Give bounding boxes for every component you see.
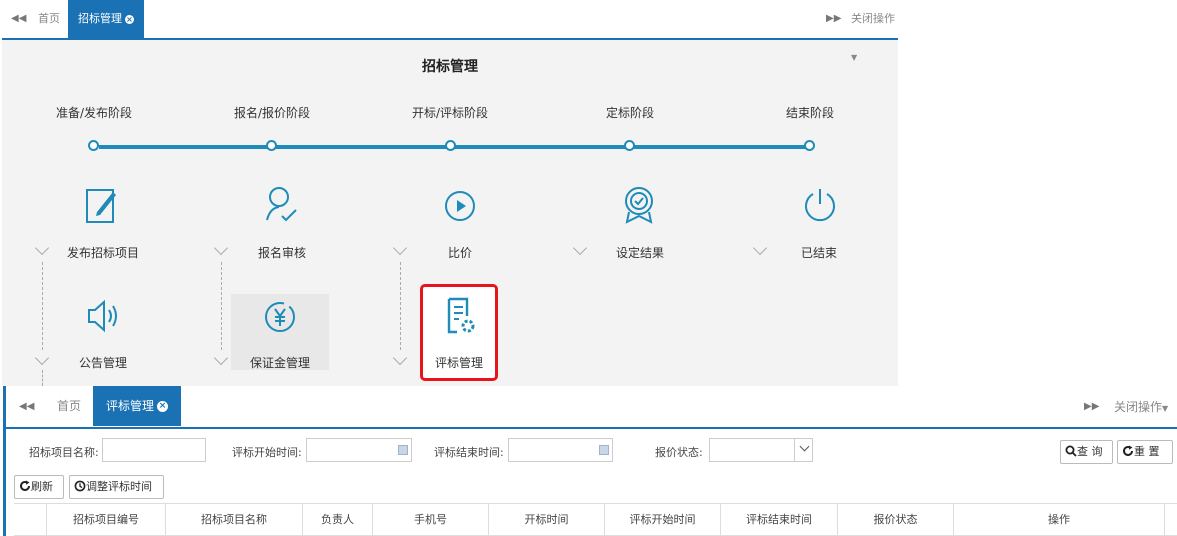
caret-down-icon: ▼ (1162, 404, 1169, 413)
refresh-icon (1123, 445, 1133, 456)
chevron-down-icon (799, 441, 810, 452)
filter-label-project-name: 招标项目名称: (29, 446, 99, 459)
stage-label: 定标阶段 (605, 106, 654, 120)
tab-bid-management[interactable]: 招标管理 × (68, 0, 144, 38)
tab-home[interactable]: 首页 (57, 386, 81, 426)
project-name-input[interactable] (102, 438, 206, 462)
step-registration-review[interactable]: 报名审核 (222, 244, 342, 261)
stage-label: 开标/评标阶段 (411, 106, 489, 120)
top-tab-bar: ◀◀ 首页 招标管理 × ▶▶ 关闭操作▼ (2, 0, 898, 62)
step-set-result[interactable]: 设定结果 (580, 244, 700, 261)
close-ops-label: 关闭操作 (851, 12, 895, 25)
refresh-label: 刷新 (31, 480, 53, 493)
scroll-left-icon[interactable]: ◀◀ (11, 0, 26, 38)
dashed-connector (221, 262, 222, 350)
refresh-button[interactable]: 刷新 (14, 475, 64, 499)
column-header[interactable]: 操作 (954, 504, 1165, 535)
close-icon[interactable]: × (157, 401, 169, 412)
scroll-right-icon[interactable]: ▶▶ (1084, 386, 1099, 428)
calendar-icon[interactable] (398, 445, 408, 455)
filter-label-eval-start: 评标开始时间: (232, 446, 302, 459)
stage-label: 报名/报价阶段 (233, 106, 311, 120)
dashed-connector (42, 370, 43, 386)
refresh-icon (20, 480, 30, 491)
step-price-compare[interactable]: 比价 (400, 244, 520, 261)
column-header[interactable]: 手机号 (373, 504, 489, 535)
timeline-node (624, 140, 635, 151)
table-header: 招标项目编号 招标项目名称 负责人 手机号 开标时间 评标开始时间 评标结束时间… (14, 503, 1177, 536)
close-ops-label: 关闭操作 (1114, 400, 1163, 414)
yuan-coin-icon[interactable] (264, 300, 296, 334)
column-header[interactable]: 评标开始时间 (605, 504, 721, 535)
eval-start-date-input[interactable] (306, 438, 412, 462)
column-header[interactable]: 招标项目名称 (166, 504, 303, 535)
filter-label-quote-status: 报价状态: (655, 446, 703, 459)
column-header[interactable]: 评标结束时间 (721, 504, 838, 535)
clock-icon (74, 480, 86, 492)
timeline-node (445, 140, 456, 151)
step-evaluation[interactable]: 评标管理 (399, 354, 519, 371)
timeline-node (266, 140, 277, 151)
tab-home[interactable]: 首页 (38, 0, 60, 38)
step-announcement[interactable]: 公告管理 (43, 354, 163, 371)
tab-evaluation-management[interactable]: 评标管理 × (93, 386, 182, 426)
filter-label-eval-end: 评标结束时间: (434, 446, 504, 459)
header-checkbox-cell[interactable] (14, 504, 47, 535)
step-deposit[interactable]: 保证金管理 (220, 354, 340, 371)
close-operations-menu[interactable]: 关闭操作▼ (1114, 386, 1168, 430)
step-publish-project[interactable]: 发布招标项目 (43, 244, 163, 261)
eval-end-date-input[interactable] (508, 438, 613, 462)
timeline-node (804, 140, 815, 151)
quote-status-select[interactable] (709, 438, 813, 462)
tab-label: 评标管理 (106, 399, 155, 413)
edit-document-icon[interactable] (85, 186, 119, 226)
column-header[interactable]: 开标时间 (489, 504, 605, 535)
adjust-label: 调整评标时间 (86, 480, 152, 493)
document-settings-icon[interactable] (445, 296, 477, 336)
close-icon[interactable]: × (125, 14, 134, 24)
speaker-icon[interactable] (86, 298, 120, 334)
play-circle-icon[interactable] (444, 190, 476, 222)
select-divider (794, 439, 795, 461)
step-finished[interactable]: 已结束 (759, 244, 879, 261)
tab-label: 招标管理 (78, 12, 122, 25)
page-title: 招标管理 (422, 59, 478, 75)
column-header[interactable]: 报价状态 (838, 504, 954, 535)
stage-label: 准备/发布阶段 (55, 106, 133, 120)
column-header[interactable]: 负责人 (303, 504, 373, 535)
search-icon (1065, 445, 1077, 457)
stage-label: 结束阶段 (785, 106, 834, 120)
query-button[interactable]: 查 询 (1060, 440, 1113, 464)
power-icon[interactable] (803, 186, 837, 226)
query-label: 查 询 (1077, 445, 1103, 458)
calendar-icon[interactable] (599, 445, 609, 455)
award-badge-icon[interactable] (623, 186, 657, 226)
scroll-left-icon[interactable]: ◀◀ (19, 386, 34, 428)
column-header[interactable]: 招标项目编号 (47, 504, 166, 535)
adjust-eval-time-button[interactable]: 调整评标时间 (69, 475, 164, 499)
dashed-connector (42, 262, 43, 350)
user-check-icon[interactable] (264, 186, 298, 226)
timeline-node (88, 140, 99, 151)
dashed-connector (400, 262, 401, 350)
reset-button[interactable]: 重 置 (1117, 440, 1173, 464)
reset-label: 重 置 (1134, 445, 1160, 458)
bottom-tab-bar: ◀◀ 首页 评标管理 × ▶▶ 关闭操作▼ (6, 386, 1177, 429)
scroll-right-icon[interactable]: ▶▶ (826, 0, 841, 38)
bid-management-panel: ◀◀ 首页 招标管理 × ▶▶ 关闭操作▼ 招标管理 准备/发布阶段 报名/报价阶… (2, 0, 898, 386)
